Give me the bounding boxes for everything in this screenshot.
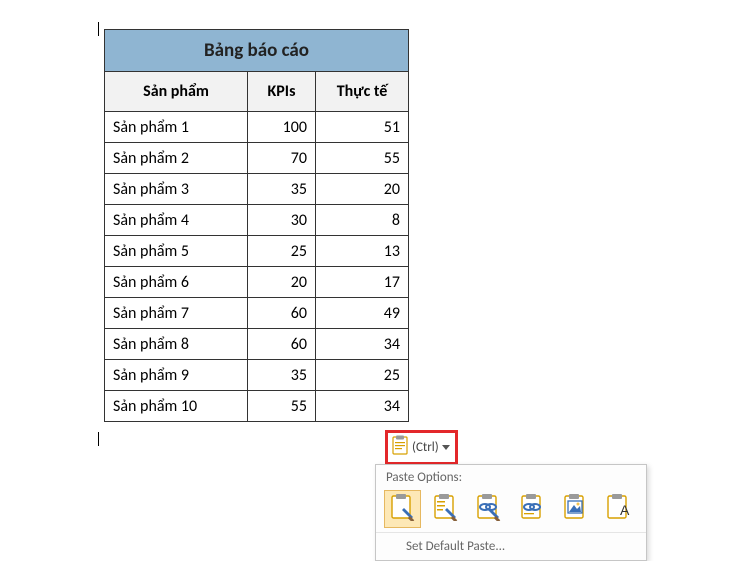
chevron-down-icon <box>442 445 450 450</box>
cell-actual[interactable]: 34 <box>316 391 409 422</box>
text-cursor-bottom <box>98 432 99 446</box>
cell-actual[interactable]: 34 <box>316 329 409 360</box>
cell-product[interactable]: Sản phẩm 10 <box>105 391 248 422</box>
paste-options-row: A <box>376 488 646 532</box>
cell-kpi[interactable]: 35 <box>248 174 316 205</box>
paste-options-menu: Paste Options: A Set Default Paste... <box>375 464 647 561</box>
picture-icon <box>562 493 590 526</box>
text-cursor-top <box>98 22 99 36</box>
table-row: Sản phẩm 93525 <box>105 360 409 391</box>
link-merge-formatting-icon <box>519 493 547 526</box>
report-table-container: Bảng báo cáo Sản phẩm KPIs Thực tế Sản p… <box>104 29 409 422</box>
cell-actual[interactable]: 8 <box>316 205 409 236</box>
link-keep-source-formatting-icon <box>475 493 503 526</box>
paste-option-picture[interactable] <box>557 490 594 528</box>
table-row: Sản phẩm 62017 <box>105 267 409 298</box>
paste-option-merge-formatting[interactable] <box>427 490 464 528</box>
cell-actual[interactable]: 20 <box>316 174 409 205</box>
cell-kpi[interactable]: 55 <box>248 391 316 422</box>
cell-product[interactable]: Sản phẩm 5 <box>105 236 248 267</box>
paste-option-keep-text-only[interactable]: A <box>601 490 638 528</box>
cell-kpi[interactable]: 70 <box>248 143 316 174</box>
table-row: Sản phẩm 76049 <box>105 298 409 329</box>
cell-kpi[interactable]: 20 <box>248 267 316 298</box>
header-product: Sản phẩm <box>105 72 248 112</box>
header-kpi: KPIs <box>248 72 316 112</box>
keep-source-formatting-icon <box>389 493 417 526</box>
report-table: Bảng báo cáo Sản phẩm KPIs Thực tế Sản p… <box>104 29 409 422</box>
paste-option-keep-source-formatting[interactable] <box>384 490 421 528</box>
cell-actual[interactable]: 51 <box>316 112 409 143</box>
table-row: Sản phẩm 52513 <box>105 236 409 267</box>
cell-product[interactable]: Sản phẩm 8 <box>105 329 248 360</box>
cell-actual[interactable]: 13 <box>316 236 409 267</box>
cell-kpi[interactable]: 60 <box>248 329 316 360</box>
table-row: Sản phẩm 27055 <box>105 143 409 174</box>
paste-options-button[interactable]: (Ctrl) <box>385 430 458 465</box>
cell-kpi[interactable]: 25 <box>248 236 316 267</box>
paste-option-link-keep-source-formatting[interactable] <box>471 490 508 528</box>
cell-product[interactable]: Sản phẩm 1 <box>105 112 248 143</box>
table-row: Sản phẩm 110051 <box>105 112 409 143</box>
cell-product[interactable]: Sản phẩm 7 <box>105 298 248 329</box>
table-row: Sản phẩm 105534 <box>105 391 409 422</box>
paste-option-link-merge-formatting[interactable] <box>514 490 551 528</box>
cell-actual[interactable]: 55 <box>316 143 409 174</box>
cell-actual[interactable]: 25 <box>316 360 409 391</box>
cell-actual[interactable]: 17 <box>316 267 409 298</box>
cell-kpi[interactable]: 35 <box>248 360 316 391</box>
cell-kpi[interactable]: 30 <box>248 205 316 236</box>
cell-product[interactable]: Sản phẩm 4 <box>105 205 248 236</box>
svg-text:A: A <box>620 502 630 518</box>
cell-actual[interactable]: 49 <box>316 298 409 329</box>
paste-options-title: Paste Options: <box>376 465 646 488</box>
cell-kpi[interactable]: 60 <box>248 298 316 329</box>
table-row: Sản phẩm 33520 <box>105 174 409 205</box>
set-default-paste[interactable]: Set Default Paste... <box>376 532 646 560</box>
table-row: Sản phẩm 4308 <box>105 205 409 236</box>
table-title: Bảng báo cáo <box>105 30 409 72</box>
keep-text-only-icon: A <box>605 493 633 526</box>
table-row: Sản phẩm 86034 <box>105 329 409 360</box>
paste-ctrl-label: (Ctrl) <box>412 440 439 455</box>
cell-product[interactable]: Sản phẩm 9 <box>105 360 248 391</box>
cell-product[interactable]: Sản phẩm 3 <box>105 174 248 205</box>
cell-kpi[interactable]: 100 <box>248 112 316 143</box>
table-body: Sản phẩm 110051Sản phẩm 27055Sản phẩm 33… <box>105 112 409 422</box>
cell-product[interactable]: Sản phẩm 6 <box>105 267 248 298</box>
merge-formatting-icon <box>432 493 460 526</box>
cell-product[interactable]: Sản phẩm 2 <box>105 143 248 174</box>
clipboard-icon <box>391 435 409 460</box>
header-actual: Thực tế <box>316 72 409 112</box>
